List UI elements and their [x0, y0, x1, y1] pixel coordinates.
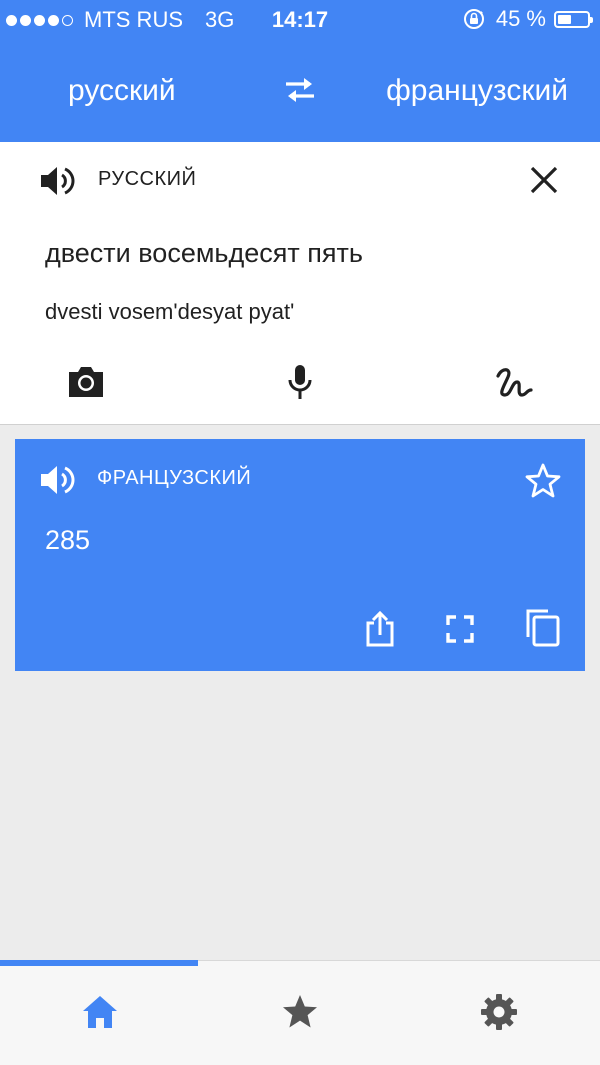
input-card: РУССКИЙ двести восемьдесят пять dvesti v…	[0, 142, 600, 425]
translation-card[interactable]: ФРАНЦУЗСКИЙ 285	[15, 439, 585, 671]
star-outline-icon[interactable]	[523, 461, 563, 501]
transliteration-text: dvesti vosem'desyat pyat'	[45, 299, 295, 324]
speaker-icon[interactable]	[38, 461, 76, 499]
battery-icon	[554, 10, 593, 28]
target-language-button[interactable]: французский	[386, 74, 568, 108]
bottom-navigation	[0, 960, 600, 1065]
camera-icon[interactable]	[66, 362, 106, 402]
copy-icon[interactable]	[522, 607, 562, 647]
battery-percent: 45 %	[495, 6, 546, 31]
translation-text: 285	[45, 525, 91, 555]
home-icon[interactable]	[79, 991, 121, 1033]
settings-gear-icon[interactable]	[478, 991, 520, 1033]
microphone-icon[interactable]	[280, 362, 320, 402]
language-bar: русский французский	[0, 38, 600, 142]
progress-bar	[0, 960, 198, 966]
swap-languages-icon[interactable]	[282, 72, 318, 108]
handwriting-icon[interactable]	[494, 362, 534, 402]
rotation-lock-icon	[463, 9, 484, 29]
star-icon[interactable]	[279, 991, 321, 1033]
speaker-icon[interactable]	[38, 162, 76, 200]
share-icon[interactable]	[360, 609, 400, 649]
fullscreen-icon[interactable]	[440, 609, 480, 649]
close-icon[interactable]	[526, 162, 562, 198]
input-language-label: РУССКИЙ	[98, 168, 197, 190]
source-language-button[interactable]: русский	[68, 74, 176, 108]
result-language-label: ФРАНЦУЗСКИЙ	[97, 467, 252, 489]
source-text[interactable]: двести восемьдесят пять	[45, 238, 363, 269]
status-bar: MTS RUS 3G 14:17 45 %	[0, 0, 600, 38]
